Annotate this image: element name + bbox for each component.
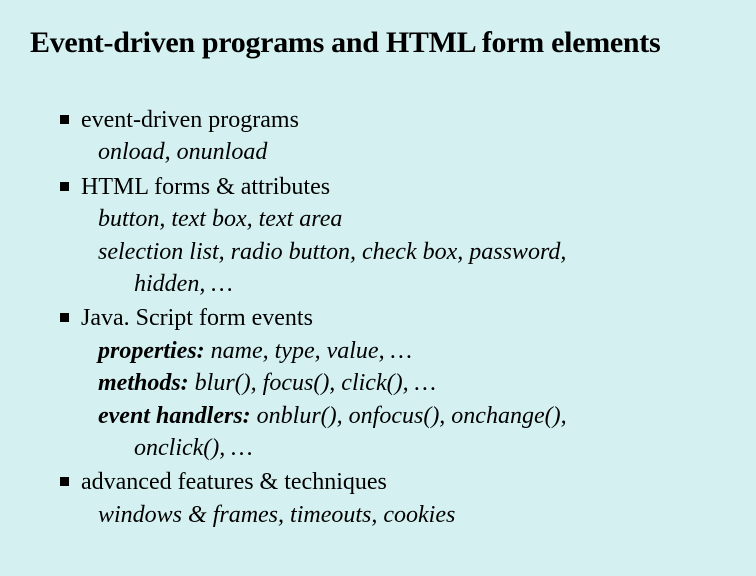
bullet-text: event-driven programs xyxy=(81,104,726,136)
slide-title: Event-driven programs and HTML form elem… xyxy=(30,26,726,60)
list-item: HTML forms & attributes button, text box… xyxy=(60,171,726,301)
sub-item: onload, onunload xyxy=(60,136,726,168)
sub-item: methods: blur(), focus(), click(), … xyxy=(60,367,726,399)
sub-item: selection list, radio button, check box,… xyxy=(60,236,726,268)
slide: Event-driven programs and HTML form elem… xyxy=(0,0,756,553)
list-item: advanced features & techniques windows &… xyxy=(60,466,726,531)
square-bullet-icon xyxy=(60,313,69,322)
sub-item: windows & frames, timeouts, cookies xyxy=(60,499,726,531)
list-item: Java. Script form events properties: nam… xyxy=(60,302,726,464)
square-bullet-icon xyxy=(60,115,69,124)
slide-content: event-driven programs onload, onunload H… xyxy=(30,104,726,531)
bullet-text: advanced features & techniques xyxy=(81,466,726,498)
square-bullet-icon xyxy=(60,182,69,191)
sub-item: event handlers: onblur(), onfocus(), onc… xyxy=(60,400,726,432)
bullet-text: HTML forms & attributes xyxy=(81,171,726,203)
sub-item-wrap: hidden, … xyxy=(60,268,726,300)
sub-item-wrap: onclick(), … xyxy=(60,432,726,464)
sub-item: properties: name, type, value, … xyxy=(60,335,726,367)
bullet-text: Java. Script form events xyxy=(81,302,726,334)
square-bullet-icon xyxy=(60,477,69,486)
list-item: event-driven programs onload, onunload xyxy=(60,104,726,169)
sub-item: button, text box, text area xyxy=(60,203,726,235)
